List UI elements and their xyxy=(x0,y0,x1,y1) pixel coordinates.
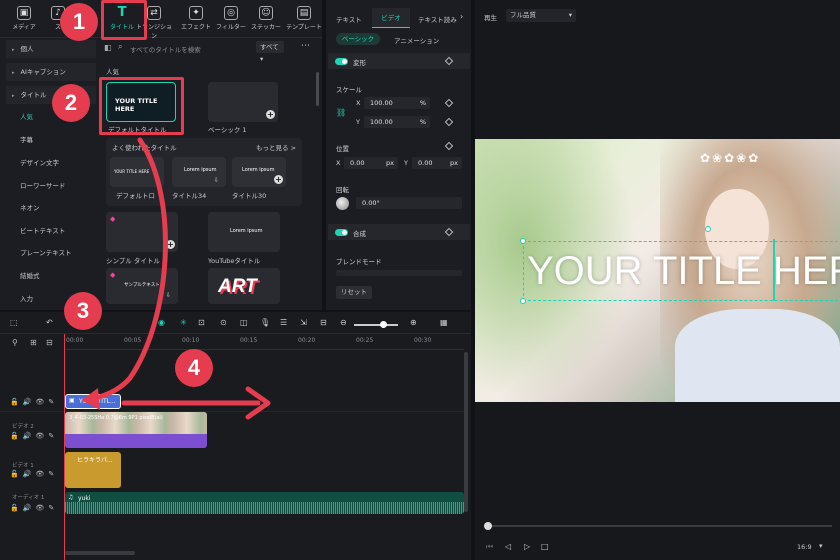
drag-arrow-path xyxy=(82,137,168,403)
chevron-down-icon: ▾ xyxy=(568,11,572,19)
rotate-handle[interactable] xyxy=(705,226,711,232)
track-controls[interactable]: 🔓🔊👁✎ xyxy=(10,470,58,478)
playback-progress[interactable] xyxy=(487,525,832,527)
drag-arrowhead xyxy=(82,388,100,410)
timeline-scrollbar-h[interactable] xyxy=(65,551,135,555)
drag-arrow-svg xyxy=(82,137,271,420)
flower-crown: ✿❀✿❀✿ xyxy=(700,151,761,165)
step-badge-3: 3 xyxy=(64,292,102,330)
step-back-icon[interactable]: ◁ xyxy=(505,542,511,551)
stop-icon[interactable]: □ xyxy=(541,542,549,551)
track-controls[interactable]: 🔓🔊👁✎ xyxy=(10,504,58,512)
text-cursor xyxy=(773,239,775,301)
track-label: ビデオ 1 xyxy=(12,463,34,469)
chevron-down-icon[interactable]: ▾ xyxy=(819,542,823,550)
video1-clip[interactable]: ヒラキラパ... xyxy=(65,452,121,488)
quality-dropdown[interactable]: フル品質 ▾ xyxy=(506,9,576,22)
play-icon[interactable]: ▷ xyxy=(524,542,530,551)
audio-clip-label: yuki xyxy=(78,495,91,502)
quality-label: フル品質 xyxy=(510,11,536,19)
overlay-title-text[interactable]: YOUR TITLE HERE xyxy=(527,249,840,294)
step-badge-2: 2 xyxy=(52,84,90,122)
audio-waveform xyxy=(65,502,464,514)
player-label: 再生 xyxy=(484,14,497,22)
video1-clip-label: ヒラキラパ... xyxy=(77,457,113,464)
character-dress xyxy=(675,309,840,402)
step-badge-4: 4 xyxy=(175,349,213,387)
track-label: ビデオ 2 xyxy=(12,424,34,430)
music-icon: ♫ xyxy=(68,494,74,501)
track-controls[interactable]: 🔓🔊👁✎ xyxy=(10,432,58,440)
resize-handle[interactable] xyxy=(520,238,526,244)
audio-clip[interactable]: ♫ yuki xyxy=(65,492,464,514)
playhead-knob[interactable] xyxy=(484,522,492,530)
video-preview: ✿❀✿❀✿ YOUR TITLE HERE xyxy=(475,139,840,402)
resize-handle[interactable] xyxy=(520,298,526,304)
prev-frame-icon[interactable]: ⏮ xyxy=(486,542,493,552)
aspect-ratio[interactable]: 16:9 xyxy=(797,543,812,551)
track-label: オーディオ 1 xyxy=(12,495,45,501)
step-badge-1: 1 xyxy=(60,3,98,41)
